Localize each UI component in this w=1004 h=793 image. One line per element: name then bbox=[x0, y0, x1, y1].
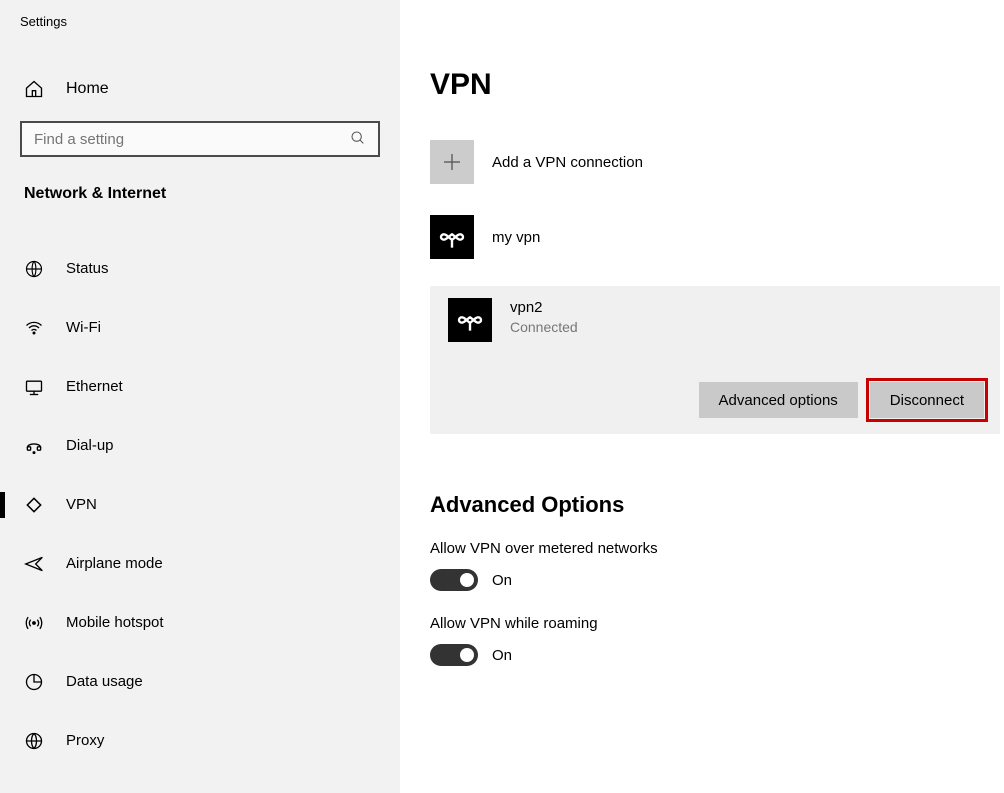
vpn-icon bbox=[24, 495, 44, 515]
app-title: Settings bbox=[0, 14, 400, 29]
nav-label-airplane: Airplane mode bbox=[66, 555, 163, 572]
vpn-list-item-2-selected[interactable]: vpn2 Connected Advanced options Disconne… bbox=[430, 286, 1000, 434]
search-icon bbox=[350, 130, 366, 149]
category-title: Network & Internet bbox=[0, 185, 400, 203]
disconnect-button[interactable]: Disconnect bbox=[870, 382, 984, 418]
toggle-roaming[interactable] bbox=[430, 644, 478, 666]
home-icon bbox=[24, 79, 44, 99]
search-input[interactable] bbox=[34, 131, 333, 148]
dialup-icon bbox=[24, 436, 44, 456]
advanced-options-button[interactable]: Advanced options bbox=[699, 382, 858, 418]
nav-item-status[interactable]: Status bbox=[0, 239, 400, 298]
nav-label-datausage: Data usage bbox=[66, 673, 143, 690]
advanced-options-section: Advanced Options Allow VPN over metered … bbox=[430, 492, 1004, 666]
add-vpn-label: Add a VPN connection bbox=[492, 154, 643, 171]
toggle-label-roaming: Allow VPN while roaming bbox=[430, 615, 1004, 632]
wifi-icon bbox=[24, 318, 44, 338]
nav: Status Wi-Fi Ethernet bbox=[0, 239, 400, 770]
home-label: Home bbox=[66, 80, 109, 98]
main-content: VPN Add a VPN connection my vpn bbox=[400, 0, 1004, 793]
nav-label-status: Status bbox=[66, 260, 109, 277]
nav-item-airplane[interactable]: Airplane mode bbox=[0, 534, 400, 593]
vpn-1-name: my vpn bbox=[492, 229, 540, 246]
vpn-2-status: Connected bbox=[510, 318, 578, 336]
search-box[interactable] bbox=[20, 121, 380, 157]
ethernet-icon bbox=[24, 377, 44, 397]
add-vpn-connection[interactable]: Add a VPN connection bbox=[430, 140, 1004, 184]
toggle-state-metered: On bbox=[492, 572, 512, 589]
nav-item-dialup[interactable]: Dial-up bbox=[0, 416, 400, 475]
toggle-state-roaming: On bbox=[492, 647, 512, 664]
sidebar: Settings Home Network & Internet bbox=[0, 0, 400, 793]
hotspot-icon bbox=[24, 613, 44, 633]
toggle-metered[interactable] bbox=[430, 569, 478, 591]
vpn-connection-icon bbox=[448, 298, 492, 342]
nav-item-wifi[interactable]: Wi-Fi bbox=[0, 298, 400, 357]
nav-label-ethernet: Ethernet bbox=[66, 378, 123, 395]
nav-label-dialup: Dial-up bbox=[66, 437, 114, 454]
nav-label-vpn: VPN bbox=[66, 496, 97, 513]
nav-item-datausage[interactable]: Data usage bbox=[0, 652, 400, 711]
vpn-connection-icon bbox=[430, 215, 474, 259]
nav-label-proxy: Proxy bbox=[66, 732, 104, 749]
toggle-label-metered: Allow VPN over metered networks bbox=[430, 540, 1004, 557]
proxy-icon bbox=[24, 731, 44, 751]
nav-label-hotspot: Mobile hotspot bbox=[66, 614, 164, 631]
advanced-options-title: Advanced Options bbox=[430, 492, 1004, 518]
vpn-list-item-1[interactable]: my vpn bbox=[430, 208, 1004, 266]
nav-item-ethernet[interactable]: Ethernet bbox=[0, 357, 400, 416]
nav-item-vpn[interactable]: VPN bbox=[0, 475, 400, 534]
nav-item-proxy[interactable]: Proxy bbox=[0, 711, 400, 770]
nav-item-hotspot[interactable]: Mobile hotspot bbox=[0, 593, 400, 652]
status-icon bbox=[24, 259, 44, 279]
vpn-2-name: vpn2 bbox=[510, 298, 578, 318]
page-title: VPN bbox=[430, 68, 1004, 102]
airplane-icon bbox=[24, 554, 44, 574]
plus-icon bbox=[430, 140, 474, 184]
nav-label-wifi: Wi-Fi bbox=[66, 319, 101, 336]
home-link[interactable]: Home bbox=[0, 79, 400, 99]
datausage-icon bbox=[24, 672, 44, 692]
